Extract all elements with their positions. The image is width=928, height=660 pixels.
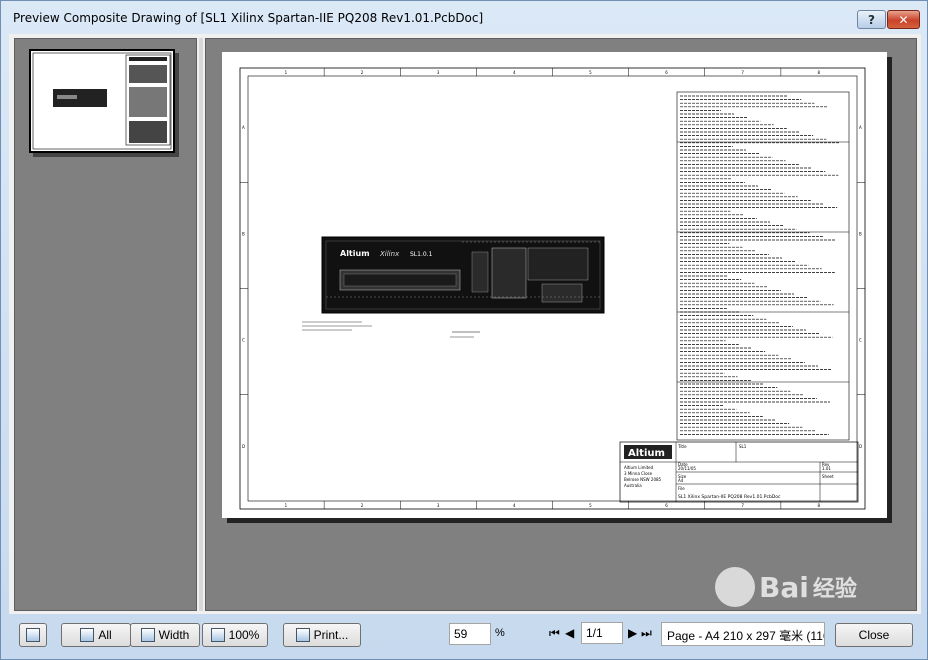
printer-icon <box>295 628 310 642</box>
preview-window: Preview Composite Drawing of [SL1 Xilinx… <box>0 0 928 660</box>
column-label: 6 <box>665 503 668 508</box>
column-label: 8 <box>817 503 820 508</box>
company-line-2: 3 Minna Close <box>624 471 653 476</box>
row-label: C <box>859 338 862 343</box>
title-value: SL1 <box>739 444 747 449</box>
row-label: B <box>859 231 862 236</box>
watermark: Bai 经验 <box>715 557 885 617</box>
close-button[interactable]: Close <box>835 623 913 647</box>
print-label: Print... <box>313 628 349 642</box>
page-thumbnail[interactable] <box>29 49 175 153</box>
drawing-sheet: 1 1 2 2 3 3 4 4 5 5 6 6 7 7 8 8 A A B B C C D D Altium SL1.0.1… <box>222 52 887 518</box>
column-label: 4 <box>513 70 516 75</box>
row-label: D <box>859 444 862 449</box>
prev-page-button[interactable]: ◀ <box>565 626 574 640</box>
row-label: C <box>242 338 245 343</box>
preview-pane[interactable]: 1 1 2 2 3 3 4 4 5 5 6 6 7 7 8 8 A A B B C C D D Altium SL1.0.1… <box>205 38 917 611</box>
column-label: 3 <box>437 503 440 508</box>
composite-drawing: 1 1 2 2 3 3 4 4 5 5 6 6 7 7 8 8 A A B B C C D D Altium SL1… <box>239 67 866 510</box>
title-bar[interactable]: Preview Composite Drawing of [SL1 Xilinx… <box>1 1 927 35</box>
column-label: 7 <box>741 70 744 75</box>
column-label: 5 <box>589 70 592 75</box>
thumbnail-drawing <box>32 52 172 150</box>
board-vendor-text: Xilinx <box>379 250 400 258</box>
page-info-field: Page - A4 210 x 297 毫米 (1163 <box>661 622 825 646</box>
column-label: 6 <box>665 70 668 75</box>
company-line-3: Belrose NSW 2085 <box>624 477 662 482</box>
row-label: B <box>242 231 245 236</box>
column-label: 5 <box>589 503 592 508</box>
paw-logo-icon <box>715 567 755 607</box>
zoom-100-button[interactable]: 100% <box>202 623 268 647</box>
column-label: 2 <box>361 70 364 75</box>
fit-all-icon <box>80 628 95 642</box>
fit-width-button[interactable]: Width <box>130 623 200 647</box>
company-line-1: Altium Limited <box>624 465 654 470</box>
row-label: D <box>242 444 245 449</box>
company-line-4: Australia <box>624 483 642 488</box>
zoom-input[interactable]: 59 <box>449 623 491 645</box>
fit-all-button[interactable]: All <box>61 623 131 647</box>
bottom-toolbar: All Width 100% Print... 59 % ⏮ ◀ 1/1 ▶ ⏭… <box>9 615 921 655</box>
title-block: Altium Altium Limited 3 Minna Close Belr… <box>619 441 859 503</box>
column-label: 1 <box>285 70 288 75</box>
title-label: Title <box>677 444 687 449</box>
pcb-board: Altium SL1.0.1 Xilinx <box>321 236 605 314</box>
row-label: A <box>859 125 862 130</box>
first-page-button[interactable]: ⏮ <box>549 626 560 641</box>
client-area: 1 1 2 2 3 3 4 4 5 5 6 6 7 7 8 8 A A B B C C D D Altium SL1.0.1… <box>9 34 921 614</box>
file-value: SL1 Xilinx Spartan-IIE PQ208 Rev1.01.Pcb… <box>678 494 781 500</box>
rev-value: 1.01 <box>822 466 831 471</box>
window-title: Preview Composite Drawing of [SL1 Xilinx… <box>13 11 484 25</box>
size-value: A4 <box>678 478 684 483</box>
column-label: 2 <box>361 503 364 508</box>
column-label: 8 <box>817 70 820 75</box>
column-label: 1 <box>285 503 288 508</box>
last-page-button[interactable]: ⏭ <box>641 626 652 641</box>
column-label: 7 <box>741 503 744 508</box>
row-label: A <box>242 125 245 130</box>
date-value: 20/11/05 <box>678 466 696 471</box>
thumbnails-icon <box>26 628 40 642</box>
print-button[interactable]: Print... <box>283 623 361 647</box>
window-close-button[interactable]: ✕ <box>887 10 920 29</box>
fit-width-icon <box>140 628 155 642</box>
column-label: 3 <box>437 70 440 75</box>
column-label: 4 <box>513 503 516 508</box>
fit-all-label: All <box>98 628 112 642</box>
fit-width-label: Width <box>158 628 190 642</box>
toggle-thumbnails-button[interactable] <box>19 623 47 647</box>
board-dimension-notes <box>302 321 480 338</box>
file-label: File <box>678 486 685 491</box>
sheet-label: Sheet <box>822 474 834 479</box>
zoom-100-icon <box>210 628 225 642</box>
fabrication-notes-table <box>676 91 850 441</box>
title-block-brand: Altium <box>628 448 665 459</box>
thumbnail-pane <box>14 38 197 611</box>
watermark-text: Bai <box>759 570 809 604</box>
pane-splitter[interactable] <box>199 38 203 611</box>
help-button[interactable]: ? <box>857 10 886 29</box>
board-brand-text: Altium <box>340 249 370 258</box>
next-page-button[interactable]: ▶ <box>628 626 637 640</box>
watermark-text-cn: 经验 <box>812 577 857 602</box>
page-number-input[interactable]: 1/1 <box>581 622 623 644</box>
zoom-100-label: 100% <box>228 628 260 642</box>
board-revision-text: SL1.0.1 <box>410 251 433 258</box>
zoom-unit: % <box>495 627 505 639</box>
